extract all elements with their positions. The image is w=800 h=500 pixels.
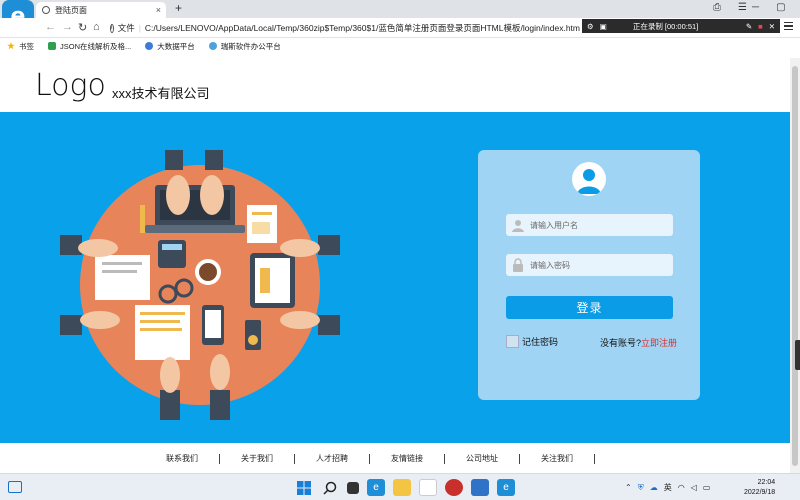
tab-list-icon[interactable]: ☰	[738, 2, 747, 13]
footer-link-about[interactable]: 关于我们	[220, 454, 295, 464]
files-icon[interactable]	[471, 479, 489, 496]
chevron-up-icon[interactable]: ⌃	[625, 483, 632, 492]
bookmark-item[interactable]: 瑞斯软件办公平台	[208, 41, 281, 52]
widgets-icon[interactable]	[8, 481, 22, 493]
recording-status: 正在录制 [00:00:51]	[632, 21, 699, 31]
toolbar-icons: ⎙ ☰	[713, 2, 747, 13]
close-recorder-icon[interactable]: ✕	[769, 22, 775, 31]
maximize-button[interactable]: ▢	[776, 2, 785, 13]
footer-links: 联系我们 关于我们 人才招聘 友情链接 公司地址 关注我们	[145, 454, 595, 464]
browser-tab[interactable]: 登陆页面 ×	[36, 2, 166, 18]
menu-icon[interactable]	[784, 22, 793, 30]
side-panel-handle[interactable]	[795, 340, 800, 370]
system-clock[interactable]: 22:04 2022/9/18	[744, 478, 775, 498]
json-icon	[48, 42, 56, 50]
back-button[interactable]: ←	[45, 21, 56, 33]
input-method[interactable]: 英	[664, 482, 672, 493]
register-prompt: 没有账号?立即注册	[600, 336, 677, 349]
document-icon[interactable]	[419, 479, 437, 496]
minimize-button[interactable]: ─	[752, 2, 759, 13]
info-icon: i	[110, 23, 114, 33]
bookmark-item[interactable]: JSON在线解析及格...	[48, 41, 131, 52]
site-logo: Logo	[35, 68, 106, 103]
tab-title: 登陆页面	[55, 5, 87, 15]
task-view-icon[interactable]	[347, 482, 359, 494]
username-field[interactable]	[506, 214, 673, 236]
page-footer: 联系我们 关于我们 人才招聘 友情链接 公司地址 关注我们	[0, 443, 790, 473]
clock-date: 2022/9/18	[744, 489, 776, 496]
windows-start-icon[interactable]	[295, 479, 313, 496]
forward-button[interactable]: →	[62, 21, 73, 33]
bigdata-icon	[145, 42, 154, 50]
recorder-icon[interactable]	[445, 479, 463, 496]
home-icon[interactable]: ⌂	[93, 21, 100, 33]
close-tab-icon[interactable]: ×	[156, 5, 161, 15]
login-button[interactable]: 登录	[506, 296, 673, 319]
bookmarks-bar: 书签 JSON在线解析及格... 大数据平台 瑞斯软件办公平台	[0, 38, 800, 54]
battery-icon[interactable]: ▭	[703, 483, 711, 492]
password-field[interactable]	[506, 254, 673, 276]
security-icon[interactable]: ⛨	[638, 483, 644, 493]
taskbar-apps: e e	[295, 479, 515, 496]
taskbar: e e ⌃ ⛨ ☁ 英 ◠ ◁ ▭ 22:04 2022/9/18	[0, 473, 800, 500]
system-tray: ⌃ ⛨ ☁ 英 ◠ ◁ ▭	[625, 482, 710, 493]
office-icon	[208, 42, 217, 50]
scroll-thumb[interactable]	[792, 66, 798, 466]
user-avatar-icon	[572, 162, 606, 196]
screen-recorder-bar: ⚙ ▣ 正在录制 [00:00:51] ✎ ■ ✕	[582, 19, 780, 33]
clock-time: 22:04	[757, 479, 776, 486]
window-controls: ─ ▢ ✕	[752, 2, 800, 13]
camera-icon[interactable]: ▣	[600, 22, 607, 31]
reload-icon[interactable]: ↻	[78, 21, 87, 34]
remember-checkbox[interactable]	[506, 335, 519, 348]
no-account-text: 没有账号?	[600, 338, 642, 348]
footer-link-follow[interactable]: 关注我们	[520, 454, 595, 464]
folder-icon[interactable]	[393, 479, 411, 496]
search-icon[interactable]	[321, 479, 339, 496]
username-input[interactable]	[530, 220, 660, 230]
url-text: C:/Users/LENOVO/AppData/Local/Temp/360zi…	[144, 23, 580, 33]
bookmark-item[interactable]: 书签	[7, 41, 34, 52]
star-icon	[7, 42, 15, 50]
browser-taskbar-icon[interactable]: e	[367, 479, 385, 496]
footer-link-jobs[interactable]: 人才招聘	[295, 454, 370, 464]
footer-link-contact[interactable]: 联系我们	[145, 454, 220, 464]
login-card: 登录 记住密码 没有账号?立即注册	[478, 150, 700, 400]
page-scrollbar[interactable]	[790, 58, 800, 473]
footer-link-address[interactable]: 公司地址	[445, 454, 520, 464]
page-header: Logo xxx技术有限公司	[0, 58, 790, 112]
cloud-icon[interactable]: ☁	[650, 483, 658, 492]
bookmark-item[interactable]: 大数据平台	[145, 41, 195, 52]
password-input[interactable]	[530, 260, 660, 270]
footer-link-friends[interactable]: 友情链接	[370, 454, 445, 464]
new-tab-button[interactable]: +	[175, 1, 182, 15]
browser-active-icon[interactable]: e	[497, 479, 515, 496]
remember-password[interactable]: 记住密码	[506, 335, 558, 348]
printer-icon[interactable]: ⎙	[713, 2, 721, 13]
url-prefix: 文件	[117, 23, 135, 33]
browser-tab-strip: e 登陆页面 × + ⎙ ☰ ─ ▢ ✕	[0, 0, 800, 32]
hero-banner: 登录 记住密码 没有账号?立即注册	[0, 112, 790, 443]
settings-icon[interactable]: ⚙	[587, 22, 594, 31]
register-link[interactable]: 立即注册	[641, 338, 677, 348]
globe-icon	[42, 6, 50, 14]
lock-icon	[506, 254, 530, 276]
remember-label: 记住密码	[522, 337, 559, 347]
company-name: xxx技术有限公司	[112, 86, 210, 101]
office-illustration	[60, 150, 340, 420]
wifi-icon[interactable]: ◠	[678, 483, 685, 492]
user-icon	[506, 214, 530, 236]
speaker-icon[interactable]: ◁	[691, 483, 697, 492]
stop-icon[interactable]: ■	[758, 22, 763, 31]
pen-icon[interactable]: ✎	[746, 22, 752, 31]
url-field[interactable]: i 文件 | C:/Users/LENOVO/AppData/Local/Tem…	[110, 20, 580, 36]
